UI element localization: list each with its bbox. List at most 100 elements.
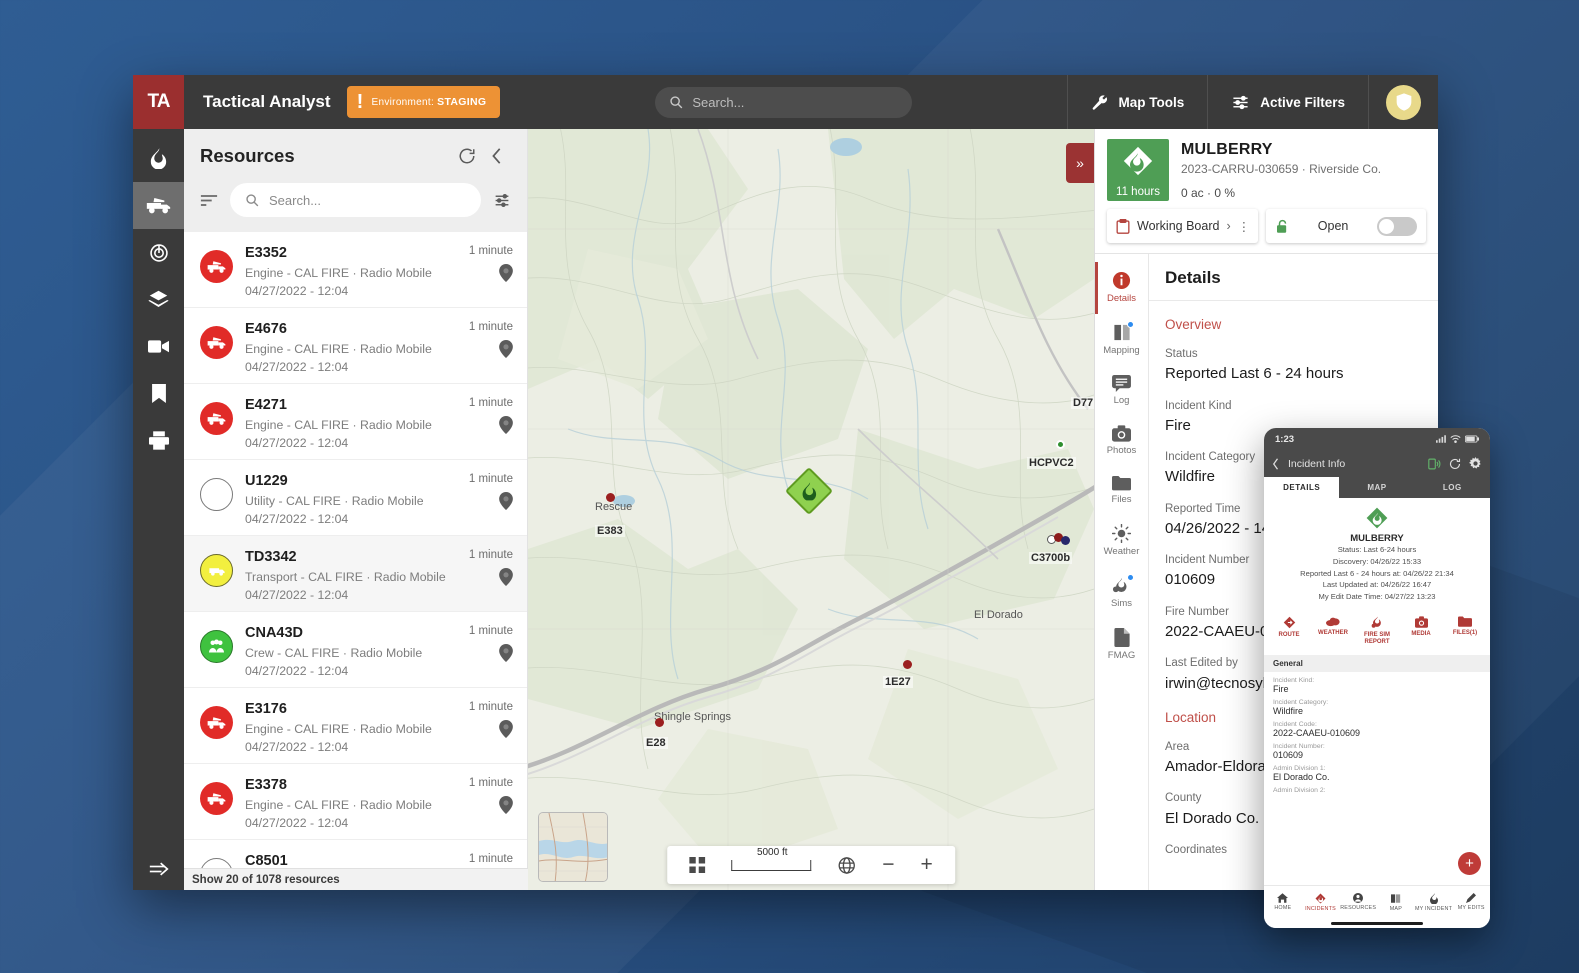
rail-item-bookmarks[interactable]	[133, 370, 184, 417]
resource-locate-button[interactable]	[469, 416, 513, 434]
gear-icon[interactable]	[1469, 457, 1482, 470]
pencil-icon	[1466, 893, 1476, 903]
map-point-c3700b-c[interactable]	[1061, 536, 1070, 545]
resource-locate-button[interactable]	[469, 720, 513, 738]
phone-nav-incidents[interactable]: INCIDENTS	[1302, 893, 1340, 912]
resource-list-item[interactable]: CNA43DCrew - CAL FIRE · Radio Mobile04/2…	[184, 612, 527, 688]
details-field-key: Status	[1165, 346, 1422, 363]
document-icon	[1114, 628, 1130, 647]
details-tab-photos[interactable]: Photos	[1095, 416, 1148, 466]
phone-quick-actions[interactable]: ROUTEWEATHERFIRE SIM REPORTMEDIAFILES(1)	[1264, 609, 1490, 655]
incident-open-toggle-row[interactable]: Open	[1266, 209, 1426, 243]
basemap-grid-button[interactable]	[689, 857, 705, 873]
details-tab-log[interactable]: Log	[1095, 366, 1148, 416]
phone-quick-action[interactable]: FILES(1)	[1445, 616, 1485, 647]
avatar[interactable]	[1386, 85, 1421, 120]
resource-list-item[interactable]: E3378Engine - CAL FIRE · Radio Mobile04/…	[184, 764, 527, 840]
details-panel-toggle[interactable]: »	[1066, 143, 1094, 183]
phone-add-button[interactable]: +	[1458, 852, 1481, 875]
map-point-hcpvc2[interactable]	[1056, 440, 1065, 449]
person-icon	[1353, 893, 1363, 903]
map-label: 1E27	[883, 676, 913, 688]
resource-locate-button[interactable]	[469, 492, 513, 510]
rail-item-layers[interactable]	[133, 276, 184, 323]
zoom-out-button[interactable]: −	[882, 853, 894, 877]
working-board-kebab[interactable]: ⋮	[1238, 219, 1250, 234]
rail-item-fire[interactable]	[133, 135, 184, 182]
resource-list-item[interactable]: TD3342Transport - CAL FIRE · Radio Mobil…	[184, 536, 527, 612]
resource-locate-button[interactable]	[469, 644, 513, 662]
chevron-left-icon[interactable]	[1272, 458, 1280, 470]
resource-locate-button[interactable]	[469, 796, 513, 814]
details-tab-files[interactable]: Files	[1095, 466, 1148, 515]
phone-nav-my-edits[interactable]: MY EDITS	[1452, 893, 1490, 911]
resource-age: 1 minute	[469, 625, 513, 637]
details-tab-mapping[interactable]: Mapping	[1095, 314, 1148, 366]
map-view[interactable]: RescueE383HCPVC2D77C3700b1E27E28El Dorad…	[528, 129, 1094, 890]
resource-list-item[interactable]: E3176Engine - CAL FIRE · Radio Mobile04/…	[184, 688, 527, 764]
resources-sort-button[interactable]	[200, 193, 218, 208]
resources-search-input[interactable]: Search...	[230, 183, 481, 217]
refresh-icon	[458, 147, 476, 165]
resource-locate-button[interactable]	[469, 340, 513, 358]
resources-list[interactable]: E3352Engine - CAL FIRE · Radio Mobile04/…	[184, 232, 527, 890]
user-avatar-cell[interactable]	[1368, 75, 1438, 129]
phone-scroll-area[interactable]: MULBERRY Status: Last 6-24 hoursDiscover…	[1264, 498, 1490, 885]
phone-nav-resources[interactable]: RESOURCES	[1339, 893, 1377, 911]
details-tab-fmag[interactable]: FMAG	[1095, 619, 1148, 671]
phone-tab-details[interactable]: DETAILS	[1264, 477, 1339, 498]
phone-quick-action[interactable]: MEDIA	[1401, 616, 1441, 647]
phone-nav-map[interactable]: MAP	[1377, 893, 1415, 912]
phone-tab-map[interactable]: MAP	[1339, 477, 1414, 498]
phone-tab-bar[interactable]: DETAILSMAPLOG	[1264, 477, 1490, 498]
phone-quick-action[interactable]: ROUTE	[1269, 616, 1309, 647]
details-tab-weather[interactable]: Weather	[1095, 515, 1148, 567]
zoom-in-button[interactable]: +	[921, 853, 933, 877]
overview-minimap[interactable]	[538, 812, 608, 882]
map-point-1e27[interactable]	[903, 660, 912, 669]
active-filters-button[interactable]: Active Filters	[1207, 75, 1368, 129]
details-tab-details[interactable]: Details	[1095, 262, 1148, 314]
signal-icon	[1436, 435, 1446, 443]
map-point-e28[interactable]	[655, 718, 664, 727]
rail-item-cameras[interactable]	[133, 323, 184, 370]
rail-expand-button[interactable]	[133, 862, 184, 876]
map-point-rescue[interactable]	[606, 493, 615, 502]
refresh-icon[interactable]	[1449, 458, 1461, 470]
resource-list-item[interactable]: E3352Engine - CAL FIRE · Radio Mobile04/…	[184, 232, 527, 308]
resource-list-item[interactable]: E4271Engine - CAL FIRE · Radio Mobile04/…	[184, 384, 527, 460]
resources-filter-button[interactable]	[493, 192, 511, 209]
rail-item-print[interactable]	[133, 417, 184, 464]
phone-quick-action[interactable]: FIRE SIM REPORT	[1357, 616, 1397, 647]
incident-name: MULBERRY	[1181, 141, 1426, 159]
rail-item-radar[interactable]	[133, 229, 184, 276]
resource-list-item[interactable]: U1229Utility - CAL FIRE · Radio Mobile04…	[184, 460, 527, 536]
phone-quick-action[interactable]: WEATHER	[1313, 616, 1353, 647]
phone-bottom-nav[interactable]: HOMEINCIDENTSRESOURCESMAPMY INCIDENTMY E…	[1264, 885, 1490, 918]
resources-collapse-button[interactable]	[483, 143, 511, 169]
home-icon	[1277, 893, 1288, 903]
phone-nav-home[interactable]: HOME	[1264, 893, 1302, 911]
incident-open-toggle[interactable]	[1377, 217, 1417, 236]
working-board-button[interactable]: Working Board › ⋮	[1107, 209, 1258, 243]
rail-item-resources[interactable]	[133, 182, 184, 229]
globe-button[interactable]	[837, 856, 856, 875]
phone-nav-my-incident[interactable]: MY INCIDENT	[1415, 893, 1453, 912]
resources-refresh-button[interactable]	[451, 143, 483, 169]
globe-icon	[837, 856, 856, 875]
resource-info: CNA43DCrew - CAL FIRE · Radio Mobile04/2…	[245, 623, 457, 681]
grid-icon	[689, 857, 705, 873]
details-heading: Details	[1149, 268, 1438, 301]
global-search-input[interactable]: Search...	[655, 87, 912, 118]
resource-type-icon	[200, 782, 233, 815]
details-tab-sims[interactable]: Sims	[1095, 567, 1148, 619]
resource-locate-button[interactable]	[469, 568, 513, 586]
resource-list-item[interactable]: E4676Engine - CAL FIRE · Radio Mobile04/…	[184, 308, 527, 384]
app-logo[interactable]: TA	[133, 75, 184, 129]
resource-locate-button[interactable]	[469, 264, 513, 282]
cast-icon[interactable]	[1428, 458, 1441, 470]
working-board-chevron[interactable]: ›	[1226, 219, 1230, 233]
phone-tab-log[interactable]: LOG	[1415, 477, 1490, 498]
map-tools-button[interactable]: Map Tools	[1067, 75, 1207, 129]
details-tab-rail[interactable]: DetailsMappingLogPhotosFilesWeatherSimsF…	[1095, 254, 1149, 890]
